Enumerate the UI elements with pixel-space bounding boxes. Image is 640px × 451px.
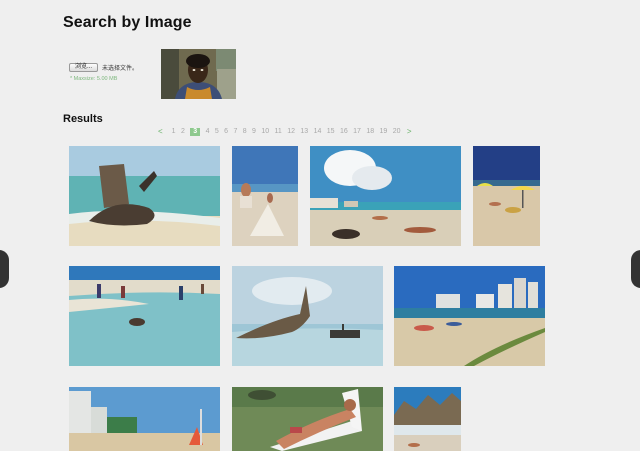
page-link-13[interactable]: 13 — [300, 128, 308, 136]
page-link-15[interactable]: 15 — [327, 128, 335, 136]
carousel-next-button[interactable] — [631, 250, 640, 288]
page-link-11[interactable]: 11 — [275, 128, 282, 136]
result-image[interactable] — [394, 266, 545, 366]
results-heading: Results — [63, 113, 103, 125]
prev-page-link[interactable]: < — [158, 127, 163, 136]
page-title: Search by Image — [63, 14, 192, 31]
result-image[interactable] — [69, 387, 220, 451]
result-image[interactable] — [232, 266, 383, 366]
page-link-10[interactable]: 10 — [261, 128, 269, 136]
result-image[interactable] — [232, 387, 383, 451]
page-link-current[interactable]: 3 — [190, 127, 201, 136]
page-link-5[interactable]: 5 — [215, 128, 219, 136]
upload-form: 浏览... 未选择文件。 * Maxsize: 5.00 MB — [69, 63, 138, 82]
page-link-18[interactable]: 18 — [366, 128, 374, 136]
page-link-17[interactable]: 17 — [353, 128, 361, 136]
page-link-9[interactable]: 9 — [252, 128, 256, 136]
page-link-4[interactable]: 4 — [206, 128, 210, 136]
page-link-16[interactable]: 16 — [340, 128, 348, 136]
browse-button[interactable]: 浏览... — [69, 63, 99, 72]
carousel-prev-button[interactable] — [0, 250, 9, 288]
result-image[interactable] — [473, 146, 540, 246]
pagination: < 1 2 3 4 5 6 7 8 9 10 11 12 13 14 15 16… — [158, 127, 421, 136]
file-input[interactable]: 浏览... 未选择文件。 — [69, 63, 138, 72]
page-link-2[interactable]: 2 — [181, 128, 185, 136]
file-status: 未选择文件。 — [102, 66, 139, 72]
result-image[interactable] — [232, 146, 298, 246]
max-size-note: * Maxsize: 5.00 MB — [70, 76, 118, 82]
page-link-12[interactable]: 12 — [287, 128, 295, 136]
page-link-20[interactable]: 20 — [393, 128, 401, 136]
page-link-8[interactable]: 8 — [243, 128, 247, 136]
next-page-link[interactable]: > — [407, 127, 412, 136]
result-image[interactable] — [310, 146, 461, 246]
page-link-1[interactable]: 1 — [172, 128, 176, 136]
page-link-6[interactable]: 6 — [224, 128, 228, 136]
page-link-19[interactable]: 19 — [380, 128, 388, 136]
result-image[interactable] — [394, 387, 461, 451]
result-image[interactable] — [69, 266, 220, 366]
query-image — [161, 49, 236, 99]
page-link-7[interactable]: 7 — [233, 128, 237, 136]
result-image[interactable] — [69, 146, 220, 246]
page-link-14[interactable]: 14 — [314, 128, 322, 136]
